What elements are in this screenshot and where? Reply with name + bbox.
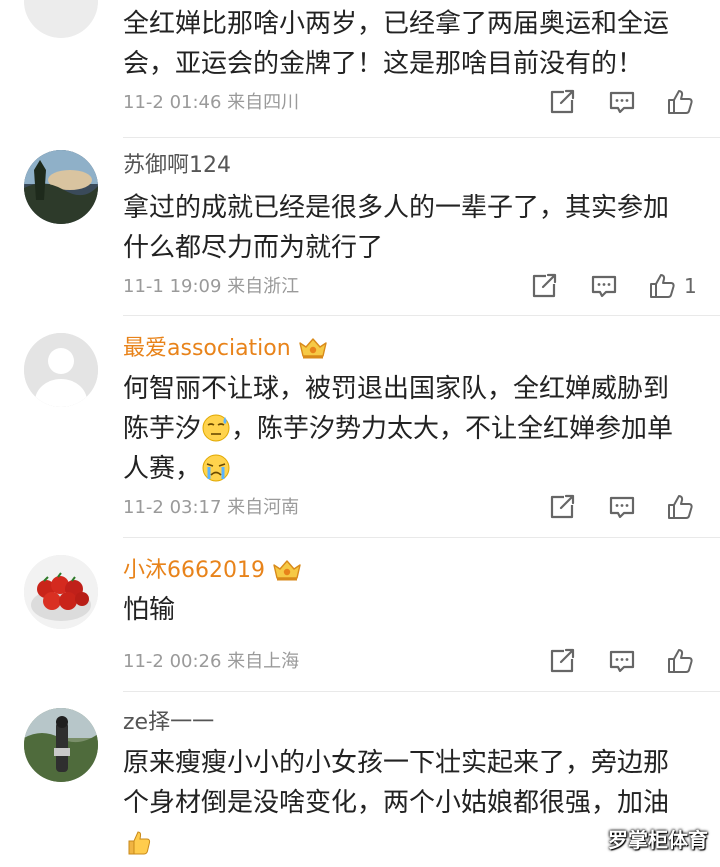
share-icon[interactable] bbox=[530, 272, 558, 300]
comment-text-line: 怕输 bbox=[123, 595, 176, 625]
sweat-emoji-icon bbox=[202, 414, 230, 442]
username[interactable]: 小沐6662019 bbox=[123, 557, 303, 585]
comment-icon[interactable] bbox=[608, 88, 636, 116]
like-icon[interactable] bbox=[666, 88, 694, 116]
comment-item: ze择一一 原来瘦瘦小小的小女孩一下壮实起来了，旁边那 个身材倒是没啥变化，两个… bbox=[0, 692, 720, 867]
avatar[interactable] bbox=[24, 555, 98, 629]
comment-meta: 11-2 01:46 来自四川 bbox=[123, 92, 300, 113]
comment-text: 拿过的成就已经是很多人的一辈子了，其实参加 什么都尽力而为就行了 bbox=[123, 188, 703, 268]
username[interactable]: 苏御啊124 bbox=[123, 152, 231, 180]
crying-emoji-icon bbox=[202, 454, 230, 482]
text-segment: ，陈芋汐势力太大，不让全红婵参加单 bbox=[231, 414, 674, 444]
comment-text-line: 会，亚运会的金牌了！这是那啥目前没有的！ bbox=[123, 49, 644, 79]
like-icon[interactable] bbox=[666, 493, 694, 521]
comment-meta: 11-2 00:26 来自上海 bbox=[123, 651, 300, 672]
text-segment: 陈芋汐 bbox=[123, 414, 202, 444]
avatar[interactable] bbox=[24, 150, 98, 224]
comment-actions bbox=[548, 647, 698, 677]
comment-text-line: 全红婵比那啥小两岁，已经拿了两届奥运和全运 bbox=[123, 9, 670, 39]
share-icon[interactable] bbox=[548, 493, 576, 521]
watermark: 罗掌柜体育 bbox=[608, 828, 708, 852]
like-count: 1 bbox=[684, 274, 697, 298]
avatar[interactable] bbox=[24, 0, 98, 38]
comment-text: 何智丽不让球，被罚退出国家队，全红婵威胁到 陈芋汐 ，陈芋汐势力太大，不让全红婵… bbox=[123, 369, 703, 489]
comment-item: 全红婵比那啥小两岁，已经拿了两届奥运和全运 会，亚运会的金牌了！这是那啥目前没有… bbox=[0, 0, 720, 138]
comment-item: 苏御啊124 拿过的成就已经是很多人的一辈子了，其实参加 什么都尽力而为就行了 … bbox=[0, 138, 720, 316]
comment-text-line: 人赛， bbox=[123, 449, 703, 489]
thumbs-up-emoji-icon bbox=[128, 831, 151, 855]
avatar[interactable] bbox=[24, 333, 98, 407]
share-icon[interactable] bbox=[548, 647, 576, 675]
username-label: 最爱association bbox=[123, 336, 291, 361]
avatar[interactable] bbox=[24, 708, 98, 782]
comment-item: 最爱association 何智丽不让球，被罚退出国家队，全红婵威胁到 陈芋汐 … bbox=[0, 316, 720, 538]
comment-icon[interactable] bbox=[608, 493, 636, 521]
comment-text: 怕输 bbox=[123, 590, 703, 630]
comment-actions bbox=[548, 88, 698, 118]
comment-text-line: 什么都尽力而为就行了 bbox=[123, 233, 384, 263]
like-icon[interactable] bbox=[666, 647, 694, 675]
comment-icon[interactable] bbox=[608, 647, 636, 675]
comment-text-line: 拿过的成就已经是很多人的一辈子了，其实参加 bbox=[123, 193, 670, 223]
comment-meta: 11-1 19:09 来自浙江 bbox=[123, 276, 300, 297]
comment-actions bbox=[548, 493, 698, 523]
comment-icon[interactable] bbox=[590, 272, 618, 300]
comment-item: 小沐6662019 怕输 11-2 00:26 来自上海 bbox=[0, 538, 720, 692]
text-segment: 人赛， bbox=[123, 454, 202, 484]
comment-text-line: 个身材倒是没啥变化，两个小姑娘都很强，加油 bbox=[123, 788, 670, 818]
username[interactable]: ze择一一 bbox=[123, 709, 214, 737]
comment-text-line: 陈芋汐 ，陈芋汐势力太大，不让全红婵参加单 bbox=[123, 409, 703, 449]
username-label: 小沐6662019 bbox=[123, 558, 265, 583]
vip-crown-icon bbox=[271, 558, 303, 582]
comment-meta: 11-2 03:17 来自河南 bbox=[123, 497, 300, 518]
comment-text-line: 何智丽不让球，被罚退出国家队，全红婵威胁到 bbox=[123, 374, 670, 404]
username[interactable]: 最爱association bbox=[123, 335, 329, 363]
vip-crown-icon bbox=[297, 336, 329, 360]
like-icon[interactable] bbox=[648, 272, 676, 300]
comment-text: 全红婵比那啥小两岁，已经拿了两届奥运和全运 会，亚运会的金牌了！这是那啥目前没有… bbox=[123, 4, 703, 84]
comment-text-line: 原来瘦瘦小小的小女孩一下壮实起来了，旁边那 bbox=[123, 748, 670, 778]
comment-actions: 1 bbox=[530, 272, 705, 302]
share-icon[interactable] bbox=[548, 88, 576, 116]
